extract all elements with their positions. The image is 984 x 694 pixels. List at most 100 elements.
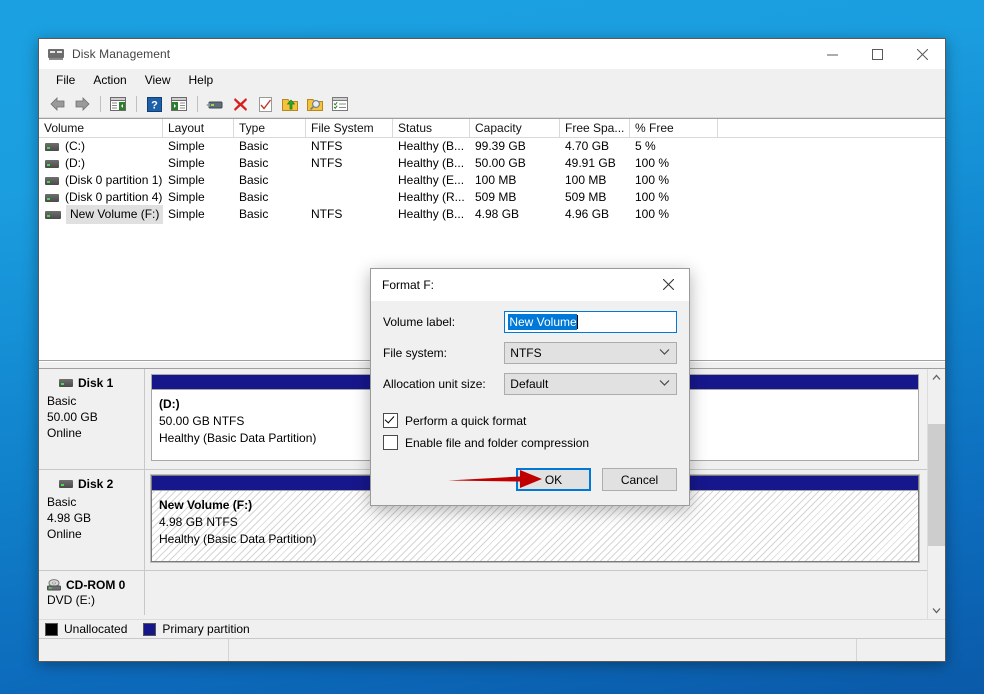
status-segment-1	[39, 639, 229, 661]
status-bar	[39, 638, 945, 661]
window-controls	[810, 39, 945, 69]
partition-health: Healthy (Basic Data Partition)	[159, 531, 918, 548]
minimize-button[interactable]	[810, 39, 855, 69]
toolbar: ?	[39, 91, 945, 118]
cdrom-title: CD-ROM 0	[47, 578, 144, 592]
menu-action[interactable]: Action	[84, 71, 135, 89]
disk-graph-scrollbar[interactable]	[927, 369, 945, 619]
format-dialog: Format F: Volume label: New Volume File …	[370, 268, 690, 506]
drive-icon	[45, 143, 59, 151]
toolbar-separator	[100, 96, 101, 112]
file-system-select[interactable]: NTFS	[504, 342, 677, 364]
allocation-unit-select[interactable]: Default	[504, 373, 677, 395]
volume-name: (Disk 0 partition 1)	[64, 172, 162, 189]
menu-view[interactable]: View	[136, 71, 180, 89]
file-system-label: File system:	[383, 346, 504, 360]
disk-info: Disk 1Basic50.00 GBOnline	[39, 369, 145, 469]
toolbar-separator	[136, 96, 137, 112]
dialog-body: Volume label: New Volume File system: NT…	[371, 301, 689, 450]
menu-bar: File Action View Help	[39, 69, 945, 91]
volume-cell: (Disk 0 partition 1)	[39, 172, 163, 189]
menu-help[interactable]: Help	[180, 71, 223, 89]
volume-name: (Disk 0 partition 4)	[64, 189, 162, 206]
status-segment-3	[857, 639, 945, 661]
help-icon[interactable]: ?	[142, 93, 166, 115]
search-icon[interactable]	[303, 93, 327, 115]
table-row[interactable]: (D:)SimpleBasicNTFSHealthy (B...50.00 GB…	[39, 155, 945, 172]
compression-checkbox[interactable]	[383, 435, 398, 450]
forward-icon[interactable]	[70, 93, 94, 115]
quick-format-label: Perform a quick format	[405, 414, 526, 428]
volume-list-rows: (C:)SimpleBasicNTFSHealthy (B...99.39 GB…	[39, 138, 945, 223]
table-row[interactable]: (Disk 0 partition 4)SimpleBasicHealthy (…	[39, 189, 945, 206]
percent-free-cell: 100 %	[630, 155, 718, 172]
dialog-titlebar[interactable]: Format F:	[371, 269, 689, 301]
partition-legend: Unallocated Primary partition	[39, 619, 945, 638]
legend-swatch-unallocated	[45, 623, 58, 636]
layout-cell: Simple	[163, 138, 234, 155]
file-system-cell: NTFS	[306, 155, 393, 172]
extend-volume-icon[interactable]	[278, 93, 302, 115]
layout-cell: Simple	[163, 155, 234, 172]
layout-cell: Simple	[163, 206, 234, 223]
layout-cell: Simple	[163, 172, 234, 189]
percent-free-cell: 100 %	[630, 189, 718, 206]
cdrom-media: DVD (E:)	[47, 592, 144, 608]
cancel-button[interactable]: Cancel	[602, 468, 677, 491]
show-action-pane-icon[interactable]	[167, 93, 191, 115]
show-hide-console-tree-icon[interactable]	[106, 93, 130, 115]
cdrom-info: CD-ROM 0DVD (E:)	[39, 571, 145, 615]
compression-row[interactable]: Enable file and folder compression	[383, 435, 677, 450]
column-header-layout[interactable]: Layout	[163, 119, 234, 137]
table-row[interactable]: New Volume (F:)SimpleBasicNTFSHealthy (B…	[39, 206, 945, 223]
delete-icon[interactable]	[228, 93, 252, 115]
window-titlebar[interactable]: Disk Management	[39, 39, 945, 69]
disk-management-window: Disk Management File Action View Help	[38, 38, 946, 662]
volume-label-input[interactable]: New Volume	[504, 311, 677, 333]
properties-icon[interactable]	[203, 93, 227, 115]
column-header-percent-free[interactable]: % Free	[630, 119, 718, 137]
cdrom-row[interactable]: CD-ROM 0DVD (E:)	[39, 571, 927, 615]
column-header-file-system[interactable]: File System	[306, 119, 393, 137]
volume-label-value: New Volume	[508, 314, 576, 330]
column-header-capacity[interactable]: Capacity	[470, 119, 560, 137]
column-header-volume[interactable]: Volume	[39, 119, 163, 137]
maximize-button[interactable]	[855, 39, 900, 69]
menu-file[interactable]: File	[47, 71, 84, 89]
capacity-cell: 99.39 GB	[470, 138, 560, 155]
table-row[interactable]: (Disk 0 partition 1)SimpleBasicHealthy (…	[39, 172, 945, 189]
capacity-cell: 509 MB	[470, 189, 560, 206]
table-row[interactable]: (C:)SimpleBasicNTFSHealthy (B...99.39 GB…	[39, 138, 945, 155]
check-disk-icon[interactable]	[253, 93, 277, 115]
type-cell: Basic	[234, 189, 306, 206]
scrollbar-thumb[interactable]	[928, 424, 945, 546]
column-header-filler	[718, 119, 945, 137]
dialog-close-button[interactable]	[647, 269, 689, 300]
close-button[interactable]	[900, 39, 945, 69]
column-header-free-space[interactable]: Free Spa...	[560, 119, 630, 137]
drive-icon	[45, 177, 59, 185]
allocation-unit-label: Allocation unit size:	[383, 377, 504, 391]
scroll-down-icon[interactable]	[928, 602, 945, 619]
back-icon[interactable]	[45, 93, 69, 115]
chevron-down-icon	[659, 379, 670, 389]
capacity-cell: 100 MB	[470, 172, 560, 189]
cdrom-icon	[47, 579, 61, 591]
text-caret	[577, 315, 578, 329]
type-cell: Basic	[234, 172, 306, 189]
chevron-down-icon	[659, 348, 670, 358]
volume-name: (C:)	[64, 138, 85, 155]
quick-format-checkbox[interactable]	[383, 413, 398, 428]
column-header-type[interactable]: Type	[234, 119, 306, 137]
percent-free-cell: 100 %	[630, 206, 718, 223]
ok-button[interactable]: OK	[516, 468, 591, 491]
legend-swatch-primary-partition	[143, 623, 156, 636]
volume-label-row: Volume label: New Volume	[383, 311, 677, 333]
disk-title: Disk 1	[47, 376, 144, 390]
volume-cell: (Disk 0 partition 4)	[39, 189, 163, 206]
volume-cell: (D:)	[39, 155, 163, 172]
scroll-up-icon[interactable]	[928, 369, 945, 386]
column-header-status[interactable]: Status	[393, 119, 470, 137]
list-view-icon[interactable]	[328, 93, 352, 115]
quick-format-row[interactable]: Perform a quick format	[383, 413, 677, 428]
